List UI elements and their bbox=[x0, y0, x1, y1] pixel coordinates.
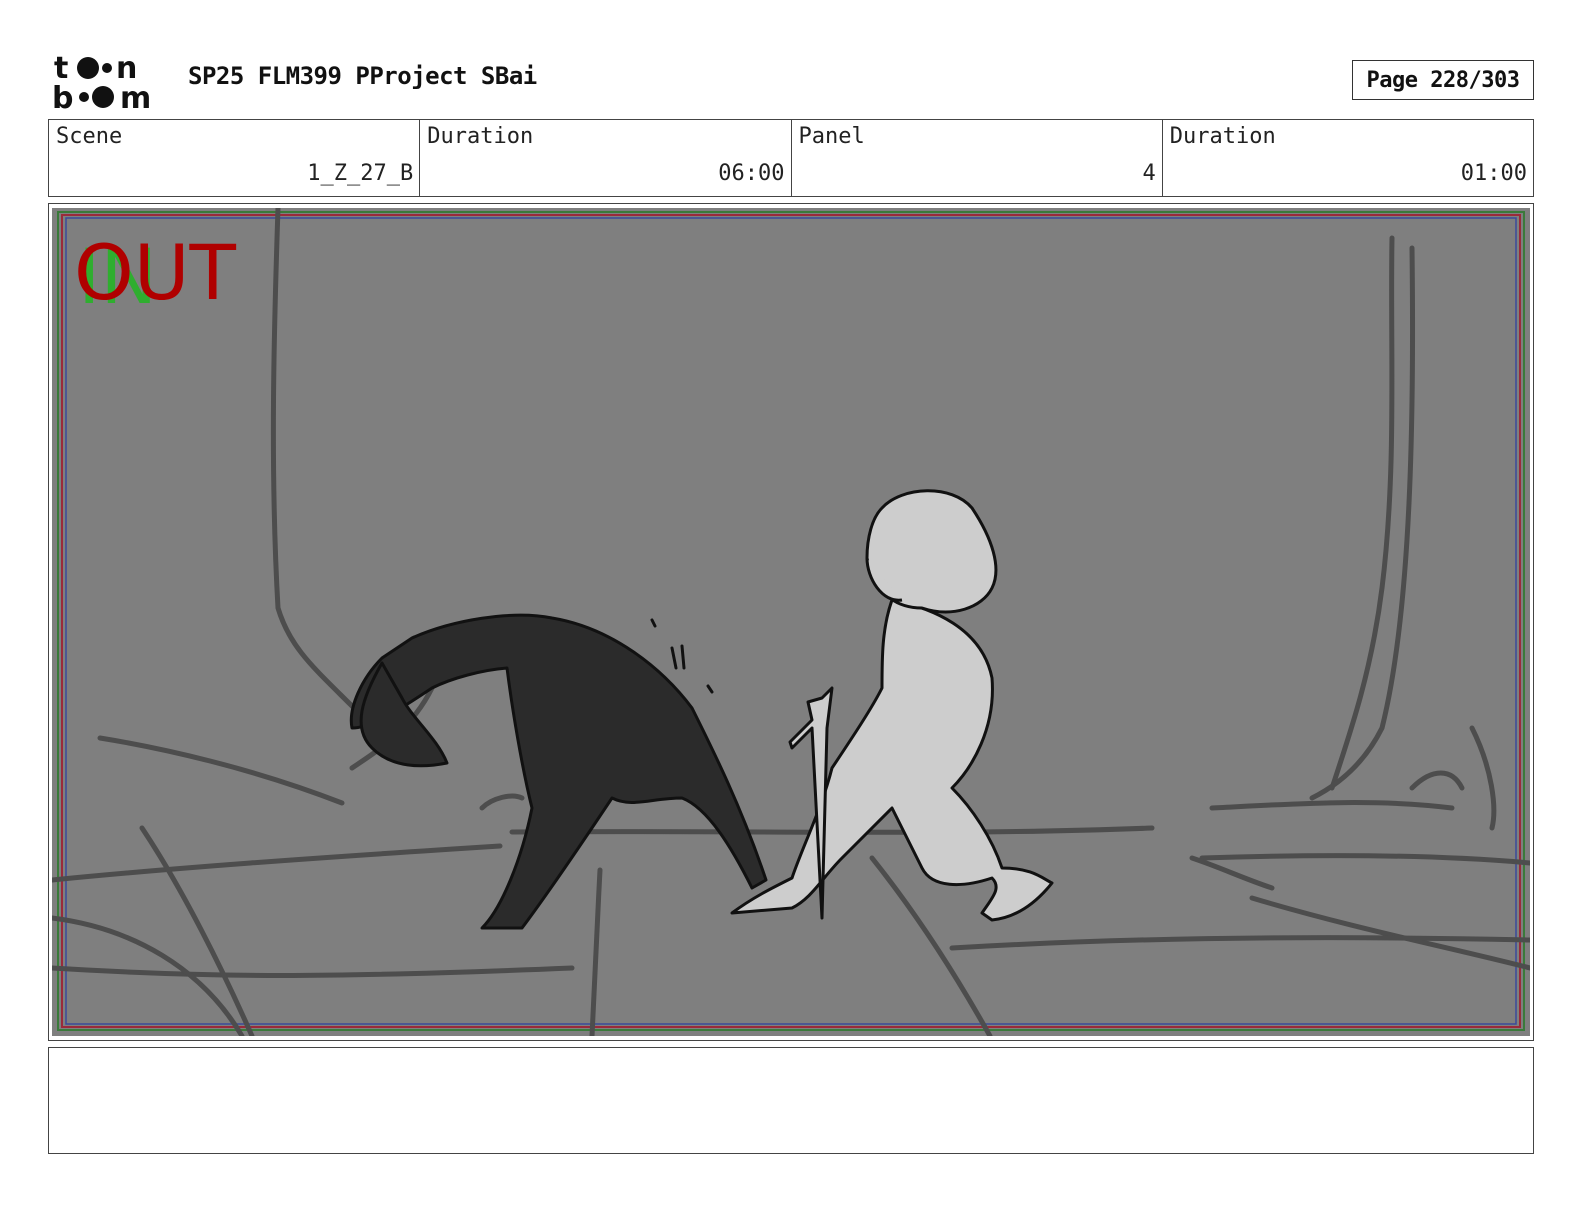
out-marker: OUT bbox=[74, 228, 236, 317]
panel-duration-cell: Duration 01:00 bbox=[1163, 120, 1533, 196]
panel-duration-label: Duration bbox=[1169, 124, 1276, 149]
toon-boom-logo: t n b m bbox=[52, 51, 151, 112]
scene-label: Scene bbox=[56, 124, 123, 149]
panel-notes-box[interactable] bbox=[48, 1047, 1534, 1154]
storyboard-panel-image: IN OUT bbox=[52, 208, 1530, 1036]
panel-label: Panel bbox=[798, 124, 865, 149]
project-title: SP25 FLM399 PProject SBai bbox=[188, 62, 537, 90]
scene-cell: Scene 1_Z_27_B bbox=[49, 120, 421, 196]
scene-duration-label: Duration bbox=[427, 124, 534, 149]
panel-duration-value: 01:00 bbox=[1460, 161, 1527, 186]
scene-duration-value: 06:00 bbox=[718, 161, 785, 186]
panel-cell: Panel 4 bbox=[792, 120, 1163, 196]
scene-info-row: Scene 1_Z_27_B Duration 06:00 Panel 4 Du… bbox=[48, 119, 1534, 197]
svg-text:b: b bbox=[52, 81, 73, 112]
scene-duration-cell: Duration 06:00 bbox=[420, 120, 792, 196]
scene-value: 1_Z_27_B bbox=[307, 161, 414, 186]
page-indicator: Page 228/303 bbox=[1352, 60, 1534, 100]
panel-value: 4 bbox=[1142, 161, 1156, 186]
svg-text:m: m bbox=[120, 81, 151, 112]
